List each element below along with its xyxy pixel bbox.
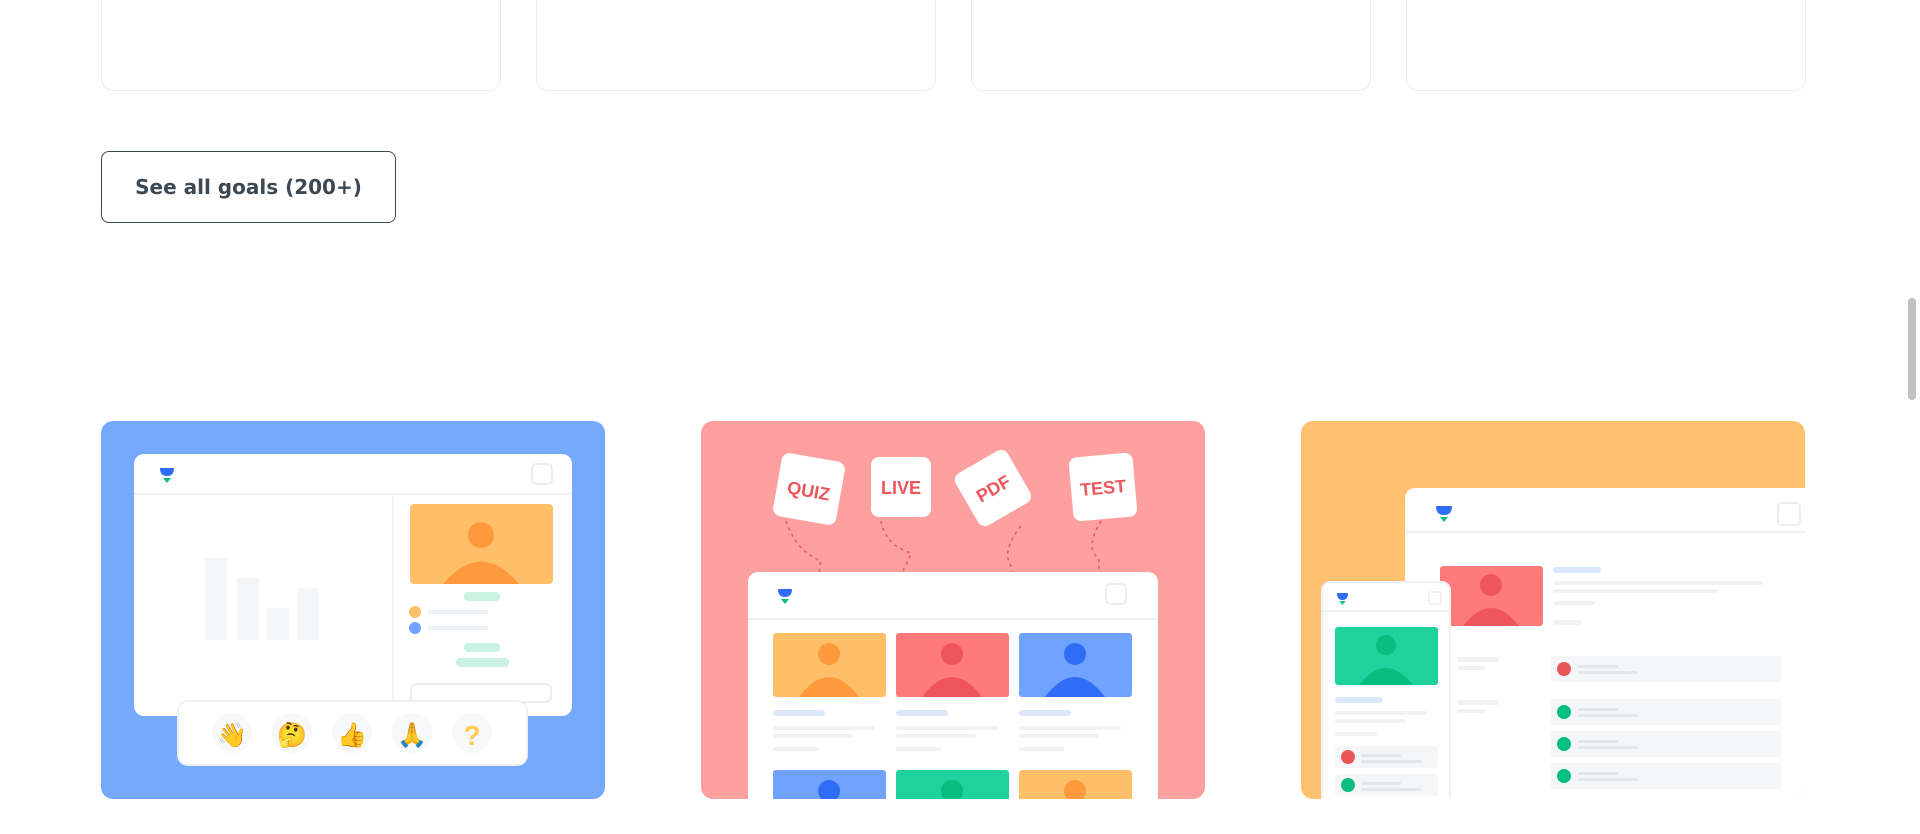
live-class-illustration: 👋 🤔 👍 🙏 ? [134, 454, 572, 766]
practice-illustration: QUIZ LIVE PDF TEST [748, 449, 1158, 799]
question-icon: ? [463, 720, 480, 751]
page: See all goals (200+) 👋 🤔 👍 🙏 ? QUIZ LIVE… [0, 0, 1920, 834]
goal-card[interactable] [1406, 0, 1806, 91]
pray-icon: 🙏 [397, 721, 427, 749]
see-all-goals-button[interactable]: See all goals (200+) [101, 151, 396, 223]
goal-card[interactable] [536, 0, 936, 91]
live-tag: LIVE [881, 478, 921, 498]
feature-illustration-live-class: 👋 🤔 👍 🙏 ? [101, 421, 605, 799]
scrollbar-thumb[interactable] [1908, 298, 1916, 400]
wave-icon: 👋 [217, 721, 247, 749]
feature-illustration-practice: QUIZ LIVE PDF TEST [701, 421, 1205, 799]
thinking-icon: 🤔 [277, 721, 307, 749]
feature-illustration-devices [1301, 421, 1805, 799]
goal-card[interactable] [101, 0, 501, 91]
thumbs-up-icon: 👍 [337, 721, 367, 749]
devices-illustration [1321, 488, 1805, 799]
goal-card[interactable] [971, 0, 1371, 91]
test-tag: TEST [1079, 476, 1127, 500]
